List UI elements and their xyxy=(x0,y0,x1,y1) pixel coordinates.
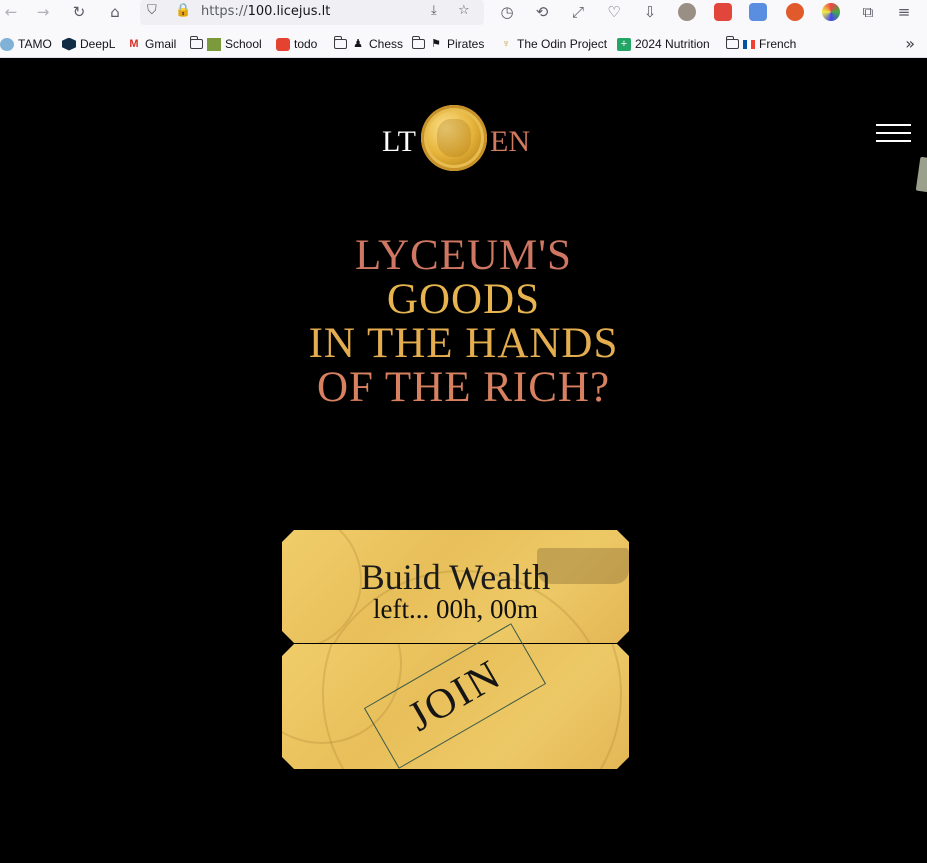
banknote-icon xyxy=(915,156,927,194)
french-flag-icon xyxy=(743,39,755,49)
sheets-icon: + xyxy=(617,37,631,51)
screenshot-extension-icon[interactable] xyxy=(714,3,732,21)
folder-icon xyxy=(726,36,739,49)
books-icon xyxy=(207,37,221,51)
url-text[interactable]: https://100.licejus.lt xyxy=(201,4,330,19)
wealth-ticket: Build Wealth left... 00h, 00m xyxy=(282,530,629,643)
bookmarks-overflow-icon[interactable]: » xyxy=(905,34,915,53)
history-clock-icon[interactable]: ◷ xyxy=(496,2,518,22)
bookmark-deepl[interactable]: DeepL xyxy=(62,36,115,52)
pocket-icon[interactable]: ♡ xyxy=(603,2,625,22)
headline-line-2: GOODS xyxy=(386,276,541,323)
bookmark-gmail[interactable]: M Gmail xyxy=(127,36,176,52)
restore-icon[interactable]: ⟲ xyxy=(531,2,553,22)
browser-toolbar: ← → ↻ ⌂ ⛉ 🔒 https://100.licejus.lt ⤓ ☆ ◷… xyxy=(0,0,927,28)
bookmark-nutrition[interactable]: +2024 Nutrition xyxy=(617,36,710,52)
folder-icon xyxy=(334,36,347,49)
bookmark-school[interactable]: School xyxy=(190,36,262,52)
odin-icon: ♆ xyxy=(501,37,511,50)
home-icon[interactable]: ⌂ xyxy=(104,2,126,22)
countdown-timer: left... 00h, 00m xyxy=(373,594,538,624)
language-lt-link[interactable]: LT xyxy=(382,125,416,159)
pocket-save-icon[interactable]: ⤓ xyxy=(431,3,437,18)
app-menu-icon[interactable]: ≡ xyxy=(893,2,915,22)
todoist-icon xyxy=(276,37,290,51)
headline-line-3: IN THE HANDS xyxy=(308,320,619,367)
folder-icon xyxy=(190,36,203,49)
download-icon[interactable]: ⇩ xyxy=(639,2,661,22)
bookmark-star-icon[interactable]: ☆ xyxy=(458,3,470,18)
headline-line-4: OF THE RICH? xyxy=(316,364,611,411)
extension-icon[interactable] xyxy=(786,3,804,21)
expand-icon[interactable]: ⤢ xyxy=(567,2,589,22)
shield-icon[interactable]: ⛉ xyxy=(147,3,157,18)
bookmark-chess[interactable]: ♟ Chess xyxy=(334,36,403,52)
gmail-icon: M xyxy=(129,37,139,50)
lock-icon[interactable]: 🔒 xyxy=(175,3,191,18)
url-bar[interactable]: ⛉ 🔒 https://100.licejus.lt ⤓ ☆ xyxy=(140,0,484,25)
bookmark-todo[interactable]: todo xyxy=(276,36,317,52)
bookmark-tamo[interactable]: TAMO xyxy=(0,36,52,52)
hero-headline: LYCEUM'S GOODS IN THE HANDS OF THE RICH? xyxy=(0,234,927,410)
translate-extension-icon[interactable] xyxy=(749,3,767,21)
bookmarks-bar: TAMO DeepL M Gmail School todo ♟ Chess ⚑ Pi… xyxy=(0,28,927,58)
extension-avatar-icon[interactable] xyxy=(678,3,696,21)
bookmark-odin-project[interactable]: ♆ The Odin Project xyxy=(499,36,607,52)
back-arrow-icon[interactable]: ← xyxy=(0,2,22,22)
tamo-icon xyxy=(0,37,14,51)
page-content: LT EN LYCEUM'S GOODS IN THE HANDS OF THE… xyxy=(0,58,927,863)
color-picker-extension-icon[interactable] xyxy=(822,3,840,21)
bookmark-french[interactable]: French xyxy=(726,36,796,52)
forward-arrow-icon[interactable]: → xyxy=(32,2,54,22)
deepl-icon xyxy=(62,37,76,51)
bookmark-pirates[interactable]: ⚑ Pirates xyxy=(412,36,484,52)
hamburger-icon[interactable] xyxy=(876,124,911,144)
gold-coin-icon xyxy=(421,105,487,171)
reload-icon[interactable]: ↻ xyxy=(68,2,90,22)
folder-icon xyxy=(412,36,425,49)
chess-pawn-icon: ♟ xyxy=(353,37,363,50)
ticket-title: Build Wealth xyxy=(360,557,551,597)
language-en-link[interactable]: EN xyxy=(490,125,530,159)
extensions-puzzle-icon[interactable]: ⧉ xyxy=(857,2,879,22)
pirate-flag-icon: ⚑ xyxy=(431,37,441,50)
headline-line-1: LYCEUM'S xyxy=(355,232,572,279)
